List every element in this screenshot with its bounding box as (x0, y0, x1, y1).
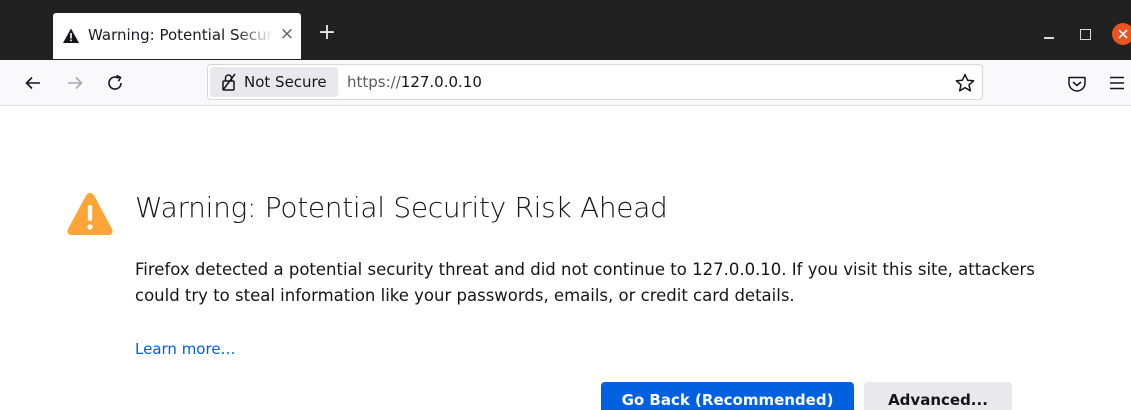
site-identity-button[interactable]: Not Secure (210, 67, 338, 97)
active-tab[interactable]: Warning: Potential Security Risk Ahead × (53, 13, 301, 59)
tab-title: Warning: Potential Security Risk Ahead (88, 26, 273, 44)
go-back-button[interactable]: Go Back (Recommended) (601, 382, 854, 410)
warning-icon (63, 28, 79, 43)
page-title: Warning: Potential Security Risk Ahead (135, 191, 668, 224)
tab-strip: Warning: Potential Security Risk Ahead ×… (0, 0, 1131, 60)
window-close-icon[interactable] (1112, 23, 1131, 45)
url-text[interactable]: https://127.0.0.10 (347, 73, 482, 91)
maximize-icon[interactable] (1075, 24, 1095, 44)
warning-icon (67, 193, 113, 235)
pocket-icon[interactable] (1066, 73, 1088, 95)
reload-icon[interactable] (103, 71, 127, 95)
minimize-icon[interactable] (1039, 24, 1059, 44)
not-secure-label: Not Secure (244, 73, 327, 91)
navigation-toolbar: Not Secure https://127.0.0.10 (0, 60, 1131, 106)
insecure-lock-icon (222, 73, 236, 91)
url-bar[interactable]: Not Secure https://127.0.0.10 (207, 64, 983, 100)
new-tab-plus-icon[interactable]: + (316, 22, 338, 44)
back-arrow-icon[interactable] (21, 71, 45, 95)
hamburger-menu-icon[interactable] (1107, 74, 1127, 92)
url-host: 127.0.0.10 (400, 73, 482, 91)
bookmark-star-icon[interactable] (954, 72, 976, 94)
url-scheme: https:// (347, 73, 401, 91)
learn-more-link[interactable]: Learn more… (135, 340, 236, 358)
warning-description: Firefox detected a potential security th… (135, 260, 1035, 305)
tab-close-icon[interactable]: × (278, 24, 296, 44)
forward-arrow-icon[interactable] (63, 71, 87, 95)
advanced-button[interactable]: Advanced... (864, 382, 1012, 410)
